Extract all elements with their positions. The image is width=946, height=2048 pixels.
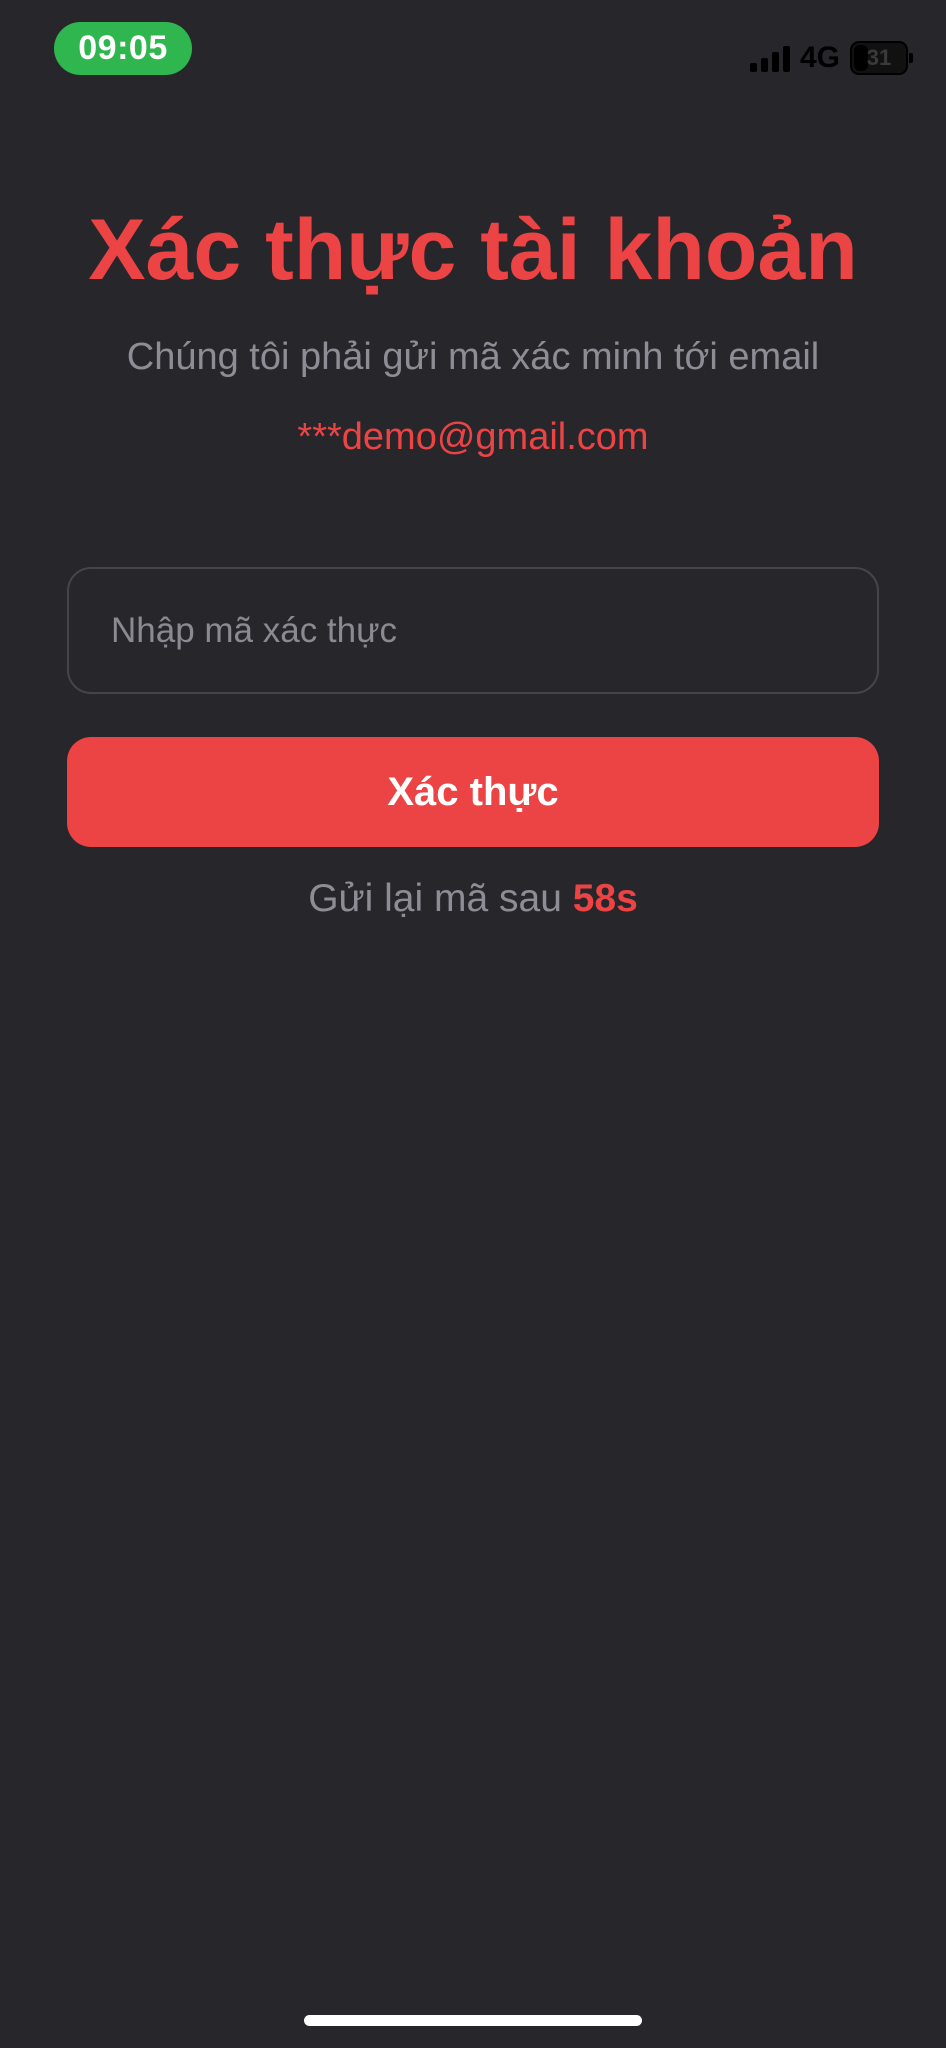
network-type: 4G bbox=[799, 41, 840, 74]
verify-button[interactable]: Xác thực bbox=[67, 737, 879, 847]
cellular-signal-icon bbox=[749, 44, 790, 72]
page-title: Xác thực tài khoản bbox=[88, 202, 858, 298]
masked-email: ***demo@gmail.com bbox=[297, 416, 649, 458]
status-icons: 4G 31 bbox=[749, 40, 913, 76]
resend-text: Gửi lại mã sau bbox=[308, 877, 562, 920]
battery-icon: 31 bbox=[850, 41, 913, 75]
verification-code-input[interactable] bbox=[67, 567, 879, 694]
page-subtitle: Chúng tôi phải gửi mã xác minh tới email bbox=[126, 336, 820, 378]
status-time: 09:05 bbox=[54, 22, 192, 75]
resend-code-info: Gửi lại mã sau 58s bbox=[0, 873, 946, 925]
home-indicator[interactable] bbox=[304, 2015, 642, 2026]
resend-countdown: 58s bbox=[572, 877, 638, 920]
battery-level: 31 bbox=[866, 45, 892, 70]
